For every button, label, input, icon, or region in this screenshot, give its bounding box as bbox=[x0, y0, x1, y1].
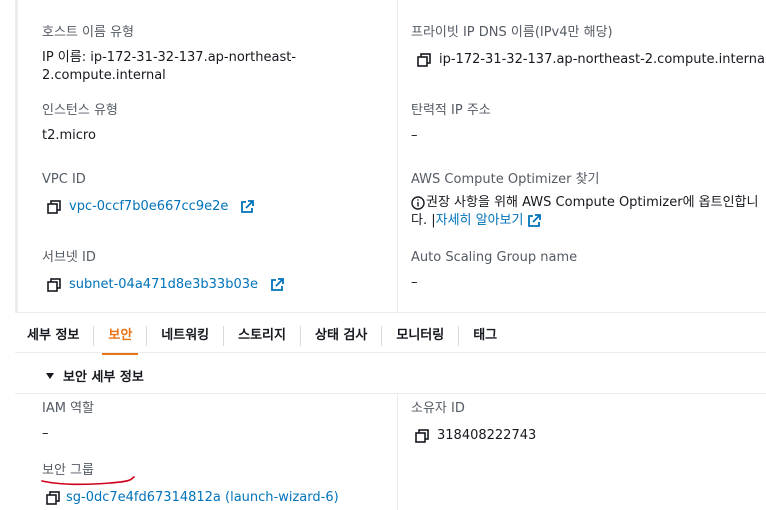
security-details-header[interactable]: 보안 세부 정보 bbox=[45, 366, 144, 385]
private-dns-label: 프라이빗 IP DNS 이름(IPv4만 해당) bbox=[411, 25, 613, 40]
hostname-type-value-line1: IP 이름: ip-172-31-32-137.ap-northeast- bbox=[42, 50, 297, 65]
tab-networking[interactable]: 네트워킹 bbox=[147, 325, 223, 347]
optimizer-message: 권장 사항을 위해 AWS Compute Optimizer에 옵트인합니 bbox=[426, 195, 759, 210]
owner-id-value: 318408222743 bbox=[437, 428, 537, 443]
tab-status-checks[interactable]: 상태 검사 bbox=[301, 325, 381, 347]
owner-id-label: 소유자 ID bbox=[411, 401, 465, 416]
external-link-icon[interactable] bbox=[270, 278, 284, 292]
elastic-ip-field: 탄력적 IP 주소 – bbox=[411, 102, 491, 145]
instance-type-field: 인스턴스 유형 t2.micro bbox=[42, 102, 118, 145]
external-link-icon[interactable] bbox=[240, 200, 255, 214]
asg-label: Auto Scaling Group name bbox=[411, 250, 578, 265]
elastic-ip-label: 탄력적 IP 주소 bbox=[411, 103, 491, 118]
external-link-icon[interactable] bbox=[527, 214, 542, 228]
optimizer-message-end: 다. | bbox=[411, 213, 436, 228]
learn-more-link[interactable]: 자세히 알아보기 bbox=[436, 212, 524, 230]
subnet-link[interactable]: subnet-04a471d8e3b33b03e bbox=[69, 276, 258, 294]
tab-underline bbox=[15, 352, 766, 353]
column-divider bbox=[397, 0, 398, 312]
column-divider bbox=[397, 394, 398, 510]
security-details-title: 보안 세부 정보 bbox=[63, 370, 144, 385]
tab-storage[interactable]: 스토리지 bbox=[224, 325, 300, 347]
iam-role-field: IAM 역할 – bbox=[42, 400, 94, 443]
elastic-ip-value: – bbox=[411, 128, 418, 143]
asg-field: Auto Scaling Group name – bbox=[411, 249, 577, 292]
vpc-label: VPC ID bbox=[42, 172, 86, 187]
tab-bar: 세부 정보 보안 네트워킹 스토리지 상태 검사 모니터링 태그 bbox=[27, 320, 511, 355]
vpc-field: VPC ID vpc-0ccf7b0e667cc9e2e bbox=[42, 171, 255, 216]
copy-icon[interactable] bbox=[46, 491, 60, 505]
owner-id-field: 소유자 ID 318408222743 bbox=[411, 400, 536, 445]
private-dns-field: 프라이빗 IP DNS 이름(IPv4만 해당) ip-172-31-32-13… bbox=[411, 24, 766, 69]
copy-icon[interactable] bbox=[47, 278, 61, 292]
iam-role-label: IAM 역할 bbox=[42, 401, 94, 416]
left-rule bbox=[15, 0, 18, 312]
tab-security[interactable]: 보안 bbox=[94, 325, 146, 355]
vpc-link[interactable]: vpc-0ccf7b0e667cc9e2e bbox=[69, 198, 228, 216]
caret-down-icon bbox=[46, 372, 54, 379]
section-rule bbox=[15, 393, 766, 394]
copy-icon[interactable] bbox=[47, 200, 61, 214]
subnet-label: 서브넷 ID bbox=[42, 250, 96, 265]
info-icon bbox=[411, 196, 425, 210]
tab-monitoring[interactable]: 모니터링 bbox=[382, 325, 458, 347]
optimizer-field: AWS Compute Optimizer 찾기 권장 사항을 위해 AWS C… bbox=[411, 171, 758, 230]
instance-type-label: 인스턴스 유형 bbox=[42, 103, 118, 118]
iam-role-value: – bbox=[42, 426, 49, 441]
hostname-type-label: 호스트 이름 유형 bbox=[42, 25, 134, 40]
copy-icon[interactable] bbox=[415, 429, 429, 443]
optimizer-label: AWS Compute Optimizer 찾기 bbox=[411, 172, 600, 187]
tab-tags[interactable]: 태그 bbox=[459, 325, 511, 347]
private-dns-value: ip-172-31-32-137.ap-northeast-2.compute.… bbox=[439, 52, 766, 67]
tab-details[interactable]: 세부 정보 bbox=[27, 325, 93, 347]
security-group-link[interactable]: sg-0dc7e4fd67314812a (launch-wizard-6) bbox=[66, 489, 339, 507]
asg-value: – bbox=[411, 275, 418, 290]
instance-type-value: t2.micro bbox=[42, 128, 96, 143]
red-annotation-underline bbox=[41, 476, 135, 486]
copy-icon[interactable] bbox=[417, 53, 431, 67]
hostname-type-value-line2: 2.compute.internal bbox=[42, 68, 166, 83]
subnet-field: 서브넷 ID subnet-04a471d8e3b33b03e bbox=[42, 249, 284, 294]
hostname-type-field: 호스트 이름 유형 IP 이름: ip-172-31-32-137.ap-nor… bbox=[42, 24, 296, 85]
